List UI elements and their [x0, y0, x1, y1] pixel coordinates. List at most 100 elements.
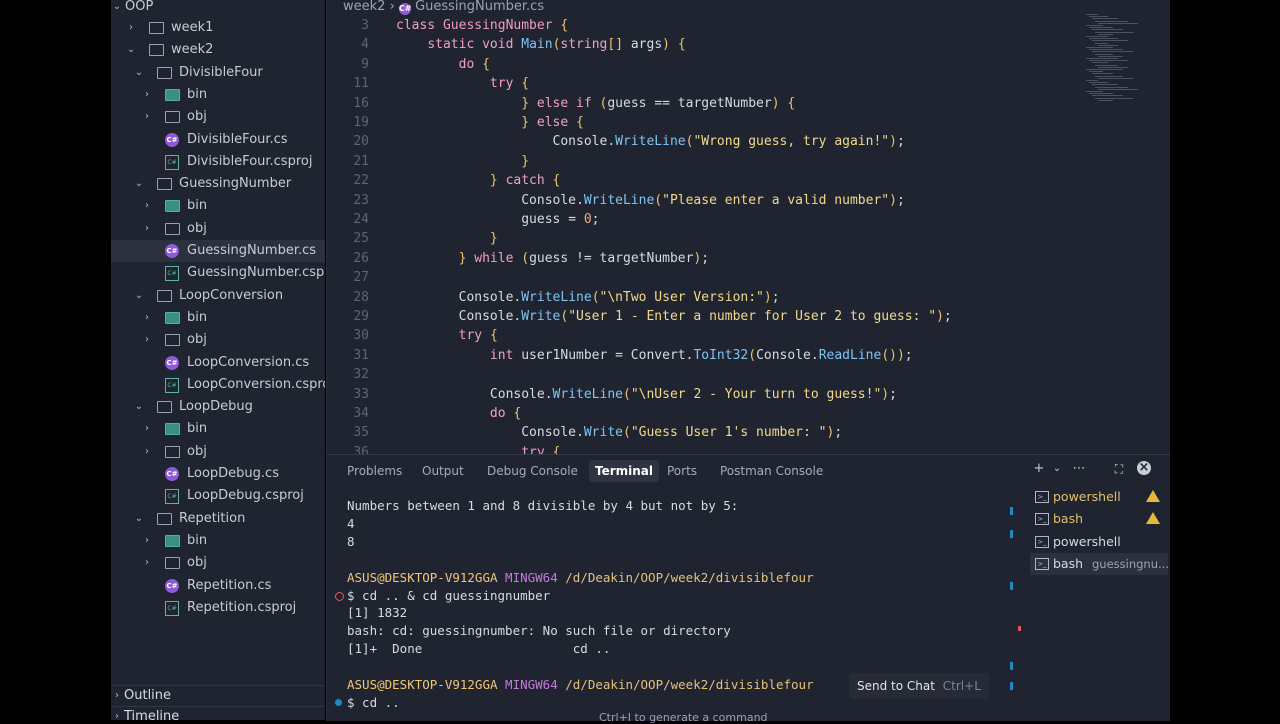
- tree-item-loopdebug-cs[interactable]: C# LoopDebug.cs: [111, 463, 325, 485]
- tree-item-loopdebug-csproj[interactable]: C# LoopDebug.csproj: [111, 485, 325, 507]
- more-actions-icon[interactable]: ⋯: [1071, 461, 1087, 477]
- tree-item-bin[interactable]: › bin: [111, 84, 325, 106]
- tree-item-week2[interactable]: ⌄ week2: [111, 39, 325, 61]
- tree-item-week1[interactable]: › week1: [111, 17, 325, 39]
- code-line[interactable]: 31 int user1Number = Convert.ToInt32(Con…: [327, 346, 1170, 365]
- outline-label: Outline: [124, 688, 172, 703]
- breadcrumb-folder[interactable]: week2: [343, 0, 385, 14]
- tab-debug-console[interactable]: Debug Console: [481, 460, 584, 482]
- chevron-right-icon: ›: [145, 445, 149, 457]
- chevron-right-icon: ›: [145, 88, 149, 100]
- tree-item-repetition-cs[interactable]: C# Repetition.cs: [111, 575, 325, 597]
- terminal-line: Numbers between 1 and 8 divisible by 4 b…: [347, 498, 739, 513]
- tab-postman-console[interactable]: Postman Console: [714, 460, 829, 482]
- tree-item-obj[interactable]: › obj: [111, 552, 325, 574]
- scroll-marker: [1010, 662, 1013, 670]
- code-line[interactable]: 33 Console.WriteLine("\nUser 2 - Your tu…: [327, 385, 1170, 404]
- tree-item-bin[interactable]: › bin: [111, 530, 325, 552]
- code-line[interactable]: 24 guess = 0;: [327, 210, 1170, 229]
- tree-item-loopconversion-cs[interactable]: C# LoopConversion.cs: [111, 352, 325, 374]
- breadcrumb-separator: ›: [389, 0, 395, 14]
- code-line[interactable]: 21 }: [327, 152, 1170, 171]
- command-error-marker[interactable]: [335, 591, 344, 601]
- tree-item-guessingnumber-cs[interactable]: C# GuessingNumber.cs: [111, 240, 325, 262]
- terminal-instance-bash[interactable]: >_ bash guessingnu...: [1030, 553, 1169, 576]
- tree-item-bin[interactable]: › bin: [111, 195, 325, 217]
- warning-icon: [1146, 512, 1160, 525]
- tree-item-label: bin: [187, 421, 208, 437]
- terminal-line: $ cd .. & cd guessingnumber: [335, 587, 550, 605]
- terminal-instance-powershell[interactable]: >_ powershell: [1030, 486, 1168, 508]
- maximize-panel-icon[interactable]: ⛶: [1111, 461, 1127, 477]
- code-line[interactable]: 27: [327, 268, 1170, 287]
- code-text: try {: [489, 76, 530, 92]
- minimap-line: [1098, 88, 1138, 90]
- code-line[interactable]: 16 } else if (guess == targetNumber) {: [327, 94, 1170, 113]
- tree-item-loopconversion[interactable]: ⌄ LoopConversion: [111, 285, 325, 307]
- code-line[interactable]: 36 try {: [327, 443, 1170, 454]
- code-line[interactable]: 26 } while (guess != targetNumber);: [327, 249, 1170, 268]
- minimap-line: [1086, 69, 1123, 70]
- bin-folder-icon: [165, 88, 180, 101]
- minimap[interactable]: [1082, 14, 1154, 104]
- command-marker[interactable]: [335, 698, 342, 706]
- code-text: }: [489, 231, 498, 247]
- add-terminal-icon[interactable]: +: [1031, 461, 1047, 477]
- tree-item-divisiblefour[interactable]: ⌄ DivisibleFour: [111, 62, 325, 84]
- line-number: 23: [353, 192, 369, 208]
- tab-output[interactable]: Output: [416, 460, 470, 482]
- send-to-chat-button[interactable]: Send to Chat Ctrl+L: [849, 673, 989, 699]
- code-text: int user1Number = Convert.ToInt32(Consol…: [489, 347, 913, 363]
- warning-icon: [1146, 490, 1160, 502]
- code-line[interactable]: 29 Console.Write("User 1 - Enter a numbe…: [327, 307, 1170, 326]
- tree-item-divisiblefour-cs[interactable]: C# DivisibleFour.cs: [111, 129, 325, 151]
- code-line[interactable]: 28 Console.WriteLine("\nTwo User Version…: [327, 288, 1170, 307]
- terminal-line: 4: [347, 515, 355, 531]
- explorer-sidebar: ⌄ OOP › week1 ⌄ week2 ⌄ DivisibleFour › bin › obj…: [111, 0, 325, 720]
- code-line[interactable]: 22 } catch {: [327, 171, 1170, 190]
- bin-folder-icon: [165, 311, 180, 324]
- tree-item-repetition[interactable]: ⌄ Repetition: [111, 508, 325, 530]
- code-editor[interactable]: week2 › C# GuessingNumber.cs 3 class Gues…: [326, 0, 1170, 454]
- code-line[interactable]: 19 } else {: [327, 113, 1170, 132]
- tab-ports[interactable]: Ports: [661, 460, 703, 482]
- tree-item-loopdebug[interactable]: ⌄ LoopDebug: [111, 396, 325, 418]
- minimap-line: [1098, 22, 1138, 24]
- terminal-instance-powershell[interactable]: >_ powershell: [1030, 531, 1168, 553]
- tree-item-guessingnumber[interactable]: ⌄ GuessingNumber: [111, 173, 325, 195]
- outline-section[interactable]: › Outline: [111, 685, 325, 706]
- tab-problems[interactable]: Problems: [341, 460, 408, 482]
- tree-item-loopconversion-csproj[interactable]: C# LoopConversion.csproj: [111, 374, 325, 396]
- minimap-line: [1095, 86, 1128, 88]
- breadcrumb-file[interactable]: GuessingNumber.cs: [415, 0, 544, 14]
- code-line[interactable]: 20 Console.WriteLine("Wrong guess, try a…: [327, 132, 1170, 151]
- tree-item-obj[interactable]: › obj: [111, 218, 325, 240]
- code-line[interactable]: 9 do {: [327, 55, 1170, 74]
- code-line[interactable]: 35 Console.Write("Guess User 1's number:…: [327, 423, 1170, 442]
- tab-terminal[interactable]: Terminal: [589, 460, 660, 482]
- terminal-instance-bash[interactable]: >_ bash: [1030, 508, 1168, 530]
- code-line[interactable]: 4 static void Main(string[] args) {: [327, 35, 1170, 54]
- code-line[interactable]: 32: [327, 365, 1170, 384]
- tree-item-repetition-csproj[interactable]: C# Repetition.csproj: [111, 597, 325, 619]
- close-panel-icon[interactable]: ×: [1137, 461, 1151, 475]
- tree-item-obj[interactable]: › obj: [111, 106, 325, 128]
- code-line[interactable]: 11 try {: [327, 74, 1170, 93]
- tree-item-obj[interactable]: › obj: [111, 441, 325, 463]
- timeline-section[interactable]: › Timeline: [111, 706, 325, 720]
- code-text: Console.Write("Guess User 1's number: ")…: [396, 425, 843, 441]
- code-line[interactable]: 3 class GuessingNumber {: [327, 16, 1170, 35]
- tree-item-bin[interactable]: › bin: [111, 418, 325, 440]
- chevron-down-icon: ⌄: [126, 44, 136, 56]
- code-line[interactable]: 34 do {: [327, 404, 1170, 423]
- tree-item-guessingnumber-csproj[interactable]: C# GuessingNumber.csproj: [111, 262, 325, 284]
- tree-item-divisiblefour-csproj[interactable]: C# DivisibleFour.csproj: [111, 151, 325, 173]
- tree-item-obj[interactable]: › obj: [111, 329, 325, 351]
- code-line[interactable]: 23 Console.WriteLine("Please enter a val…: [327, 191, 1170, 210]
- code-line[interactable]: 25 }: [327, 229, 1170, 248]
- chevron-down-icon[interactable]: ⌄: [1049, 461, 1065, 477]
- tree-item-bin[interactable]: › bin: [111, 307, 325, 329]
- command-hint: Ctrl+I to generate a command: [599, 711, 768, 724]
- explorer-root[interactable]: ⌄ OOP: [111, 0, 325, 18]
- code-line[interactable]: 30 try {: [327, 326, 1170, 345]
